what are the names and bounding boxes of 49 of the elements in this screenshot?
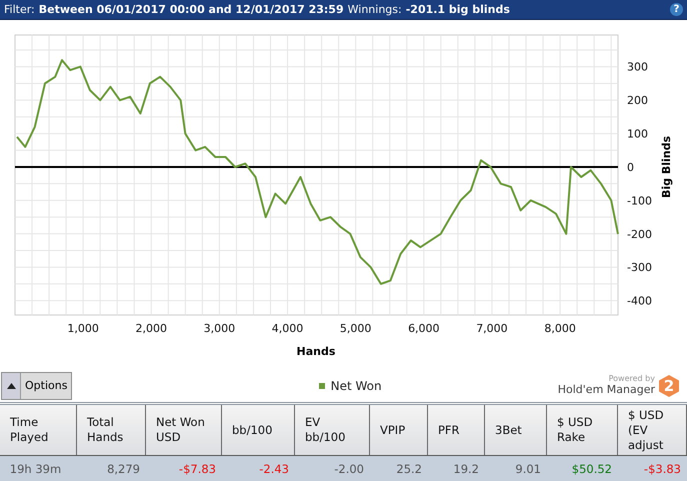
column-header[interactable]: VPIP	[370, 405, 428, 455]
table-cell-text: 9.01	[514, 460, 542, 478]
x-tick-label: 7,000	[476, 322, 508, 335]
column-header[interactable]: $ USD Rake	[547, 405, 618, 455]
column-header[interactable]: Time Played	[0, 405, 77, 455]
table-cell-text: 25.2	[395, 460, 423, 478]
legend-label: Net Won	[330, 378, 382, 393]
y-axis-title: Big Blinds	[660, 136, 673, 198]
column-header[interactable]: bb/100	[222, 405, 295, 455]
product-name: Hold'em Manager	[558, 384, 655, 396]
column-header[interactable]: Net Won USD	[146, 405, 222, 455]
winnings-value: -201.1 big blinds	[406, 2, 510, 16]
x-tick-label: 1,000	[67, 322, 99, 335]
x-tick-label: 8,000	[544, 322, 576, 335]
x-tick-label: 4,000	[272, 322, 304, 335]
y-tick-label: -400	[627, 294, 652, 308]
table-cell-text: -$3.83	[642, 460, 682, 478]
y-tick-label: -200	[627, 228, 652, 241]
table-cell-text: 8,279	[106, 460, 141, 478]
y-tick-label: 300	[627, 60, 648, 74]
y-tick-label: 200	[627, 94, 648, 108]
table-cell-text: 19.2	[452, 460, 480, 478]
x-tick-label: 2,000	[136, 322, 168, 335]
y-tick-label: 100	[627, 127, 648, 140]
powered-by-text: Powered by	[608, 375, 655, 384]
caret-up-icon	[6, 382, 16, 389]
table-cell-text: 19h 39m	[8, 460, 62, 478]
y-tick-label: -300	[627, 261, 652, 274]
table-cell-text: -2.43	[258, 460, 290, 478]
column-header[interactable]: 3Bet	[485, 405, 547, 455]
winnings-label: Winnings:	[348, 2, 402, 16]
column-header[interactable]: PFR	[428, 405, 485, 455]
table-cell-text: -$7.83	[178, 460, 217, 478]
column-header[interactable]: $ USD (EV adjust	[618, 405, 687, 455]
filter-value: Between 06/01/2017 00:00 and 12/01/2017 23:59	[38, 2, 344, 16]
y-tick-label: 0	[627, 160, 634, 174]
x-tick-label: 5,000	[340, 322, 372, 335]
logo-badge: 2	[659, 374, 679, 397]
help-button[interactable]: ?	[670, 2, 683, 16]
y-tick-label: -100	[627, 194, 652, 208]
filter-label: Filter:	[4, 2, 35, 16]
x-tick-label: 6,000	[408, 322, 440, 335]
x-axis-title: Hands	[296, 344, 336, 358]
options-button[interactable]: Options	[1, 372, 72, 400]
table-cell-text: $50.52	[570, 460, 613, 478]
column-header[interactable]: Total Hands	[77, 405, 146, 455]
x-tick-label: 3,000	[204, 322, 236, 335]
table-cell-text: -2.00	[333, 460, 365, 478]
column-header[interactable]: EV bb/100	[295, 405, 370, 455]
